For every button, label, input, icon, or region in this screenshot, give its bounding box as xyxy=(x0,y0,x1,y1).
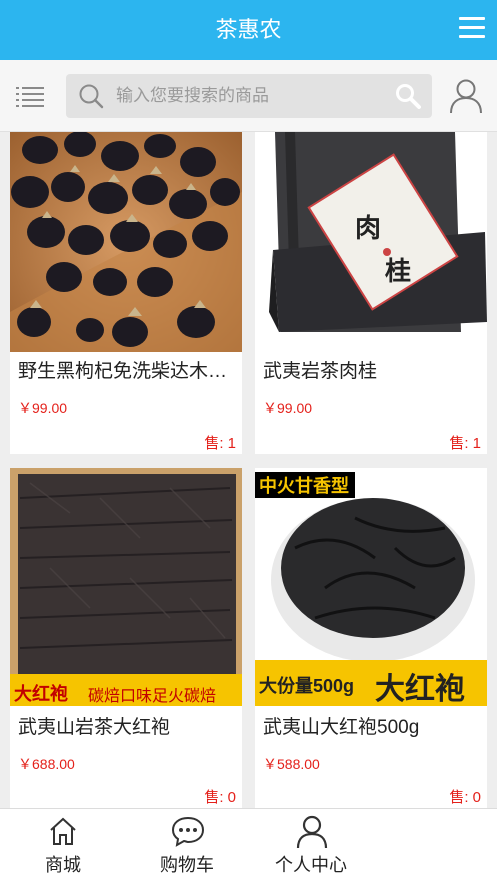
tab-label: 购物车 xyxy=(160,855,214,875)
product-price: ￥99.00 xyxy=(263,400,313,416)
product-card[interactable]: 肉 桂 武夷岩茶肉桂 ￥99.00 售: 1 xyxy=(255,132,487,454)
product-card[interactable]: 野生黑枸杞免洗柴达木黑枸杞 ￥99.00 售: 1 xyxy=(10,132,242,454)
home-icon xyxy=(50,817,76,845)
search-box[interactable] xyxy=(66,74,432,118)
product-banner: 大红袍 碳焙口味足火碳焙 xyxy=(10,678,242,706)
user-icon xyxy=(296,815,328,849)
hamburger-icon[interactable] xyxy=(459,17,485,41)
tab-label: 商城 xyxy=(45,855,81,875)
banner-large-text: 大红袍 xyxy=(375,672,465,707)
product-name: 武夷岩茶肉桂 xyxy=(263,361,378,382)
product-price: ￥588.00 xyxy=(263,756,320,772)
header-bar: 茶惠农 xyxy=(0,0,497,60)
product-sold-count: 售: 1 xyxy=(204,435,236,452)
tab-profile[interactable]: 个人中心 xyxy=(251,809,371,883)
search-icon xyxy=(79,84,104,109)
product-name: 武夷山大红袍500g xyxy=(263,717,420,738)
product-card[interactable]: 大红袍 碳焙口味足火碳焙 武夷山岩茶大红袍 ￥688.00 售: 0 xyxy=(10,468,242,808)
product-name: 武夷山岩茶大红袍 xyxy=(18,717,171,738)
product-banner: 大份量500g 大红袍 xyxy=(255,660,487,707)
product-price: ￥99.00 xyxy=(18,400,68,416)
search-input[interactable] xyxy=(116,74,376,118)
user-icon[interactable] xyxy=(449,78,483,114)
product-image[interactable]: 肉 桂 xyxy=(255,132,487,352)
product-grid: 野生黑枸杞免洗柴达木黑枸杞 ￥99.00 售: 1 肉 桂 武夷岩茶肉桂 ￥99… xyxy=(0,132,497,808)
product-name: 野生黑枸杞免洗柴达木黑枸杞 xyxy=(18,361,234,382)
tab-cart[interactable]: 购物车 xyxy=(127,809,247,883)
banner-left-text: 大红袍 xyxy=(14,684,68,705)
search-row xyxy=(0,60,497,132)
product-sold-count: 售: 1 xyxy=(449,435,481,452)
bottom-tab-bar: 商城 购物车 个人中心 xyxy=(0,808,497,883)
tab-label: 个人中心 xyxy=(275,855,347,875)
chat-icon xyxy=(171,816,205,847)
product-image[interactable] xyxy=(255,468,487,688)
banner-right-text: 碳焙口味足火碳焙 xyxy=(88,686,217,705)
product-sold-count: 售: 0 xyxy=(449,789,481,806)
banner-small-text: 大份量500g xyxy=(259,676,355,696)
list-icon[interactable] xyxy=(16,86,46,108)
app-title: 茶惠农 xyxy=(215,17,282,42)
product-tag: 中火甘香型 xyxy=(259,476,349,496)
svg-text:桂: 桂 xyxy=(385,257,411,287)
tab-home[interactable]: 商城 xyxy=(3,809,123,883)
product-price: ￥688.00 xyxy=(18,756,75,772)
search-submit-icon[interactable] xyxy=(394,82,422,110)
product-sold-count: 售: 0 xyxy=(204,789,236,806)
svg-text:肉: 肉 xyxy=(355,214,381,244)
product-image[interactable] xyxy=(10,132,242,352)
product-card[interactable]: 中火甘香型 大份量500g 大红袍 武夷山大红袍500g ￥588.00 售: … xyxy=(255,468,487,808)
product-image[interactable] xyxy=(10,468,242,688)
